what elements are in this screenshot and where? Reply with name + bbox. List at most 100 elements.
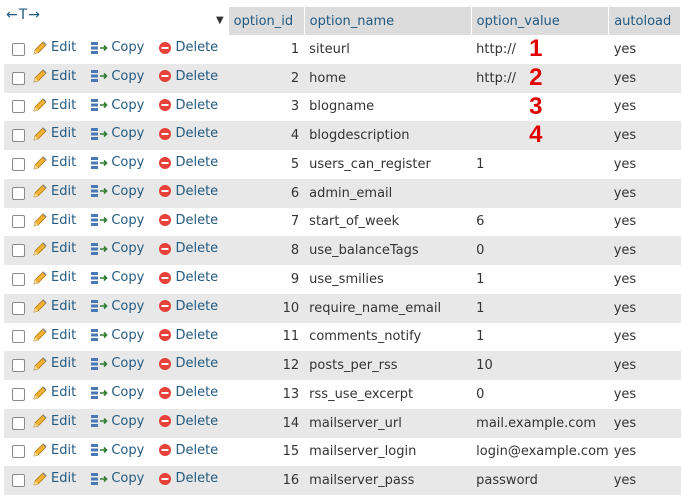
delete-link[interactable]: Delete	[158, 299, 218, 314]
cell-option-value: 1	[471, 293, 609, 323]
copy-link[interactable]: Copy	[90, 270, 144, 285]
delete-link[interactable]: Delete	[158, 356, 218, 371]
edit-link[interactable]: Edit	[32, 471, 76, 486]
edit-link[interactable]: Edit	[32, 356, 76, 371]
edit-link[interactable]: Edit	[32, 328, 76, 343]
row-checkbox[interactable]	[11, 416, 25, 430]
copy-link[interactable]: Copy	[90, 299, 144, 314]
copy-link[interactable]: Copy	[90, 328, 144, 343]
pencil-icon	[32, 98, 48, 112]
edit-link[interactable]: Edit	[32, 213, 76, 228]
row-checkbox[interactable]	[11, 330, 25, 344]
row-checkbox[interactable]	[11, 42, 25, 56]
delete-link[interactable]: Delete	[158, 241, 218, 256]
edit-link[interactable]: Edit	[32, 443, 76, 458]
delete-link[interactable]: Delete	[158, 126, 218, 141]
copy-link[interactable]: Copy	[90, 443, 144, 458]
copy-link[interactable]: Copy	[90, 155, 144, 170]
edit-link[interactable]: Edit	[32, 184, 76, 199]
column-header-option-value[interactable]: option_value	[471, 7, 610, 35]
cell-option-name: mailserver_url	[304, 408, 472, 438]
cell-option-value: http:// 2	[471, 63, 609, 93]
copy-label: Copy	[111, 385, 145, 401]
copy-label: Copy	[111, 97, 145, 113]
delete-link[interactable]: Delete	[158, 385, 218, 400]
delete-link[interactable]: Delete	[158, 328, 218, 343]
copy-label: Copy	[111, 241, 145, 257]
cell-option-value: 4	[471, 121, 609, 150]
copy-label: Copy	[111, 471, 145, 487]
edit-label: Edit	[51, 212, 77, 228]
edit-link[interactable]: Edit	[32, 98, 76, 113]
row-checkbox[interactable]	[11, 129, 25, 143]
column-nav-arrows[interactable]: ←T→	[4, 7, 41, 23]
delete-link[interactable]: Delete	[158, 155, 218, 170]
row-checkbox[interactable]	[11, 244, 25, 258]
copy-link[interactable]: Copy	[90, 40, 144, 55]
row-checkbox[interactable]	[11, 71, 25, 85]
option-value-text: 0	[476, 386, 485, 402]
cell-option-name: use_balanceTags	[304, 236, 472, 265]
copy-link[interactable]: Copy	[90, 414, 144, 429]
row-checkbox[interactable]	[11, 445, 25, 459]
cell-option-value: mail.example.com	[471, 408, 609, 438]
delete-icon	[158, 213, 172, 227]
edit-link[interactable]: Edit	[32, 241, 76, 256]
delete-link[interactable]: Delete	[158, 270, 218, 285]
delete-label: Delete	[175, 97, 219, 113]
edit-link[interactable]: Edit	[32, 126, 76, 141]
delete-link[interactable]: Delete	[158, 98, 218, 113]
table-row: Edit Copy	[4, 380, 681, 409]
copy-link[interactable]: Copy	[90, 471, 144, 486]
edit-link[interactable]: Edit	[32, 270, 76, 285]
sort-caret-icon[interactable]: ▼	[216, 7, 224, 35]
edit-link[interactable]: Edit	[32, 414, 76, 429]
row-checkbox[interactable]	[11, 186, 25, 200]
edit-link[interactable]: Edit	[32, 155, 76, 170]
row-checkbox[interactable]	[11, 100, 25, 114]
delete-label: Delete	[175, 413, 219, 429]
delete-link[interactable]: Delete	[158, 40, 218, 55]
row-checkbox[interactable]	[11, 474, 25, 488]
copy-link[interactable]: Copy	[90, 98, 144, 113]
copy-icon	[90, 156, 108, 170]
cell-autoload: yes	[608, 408, 681, 438]
cell-autoload: yes	[608, 236, 681, 265]
copy-link[interactable]: Copy	[90, 213, 144, 228]
column-header-option-id[interactable]: option_id	[228, 7, 305, 35]
delete-link[interactable]: Delete	[158, 443, 218, 458]
delete-link[interactable]: Delete	[158, 471, 218, 486]
delete-link[interactable]: Delete	[158, 213, 218, 228]
row-checkbox[interactable]	[11, 301, 25, 315]
delete-label: Delete	[175, 241, 219, 257]
delete-link[interactable]: Delete	[158, 69, 218, 84]
column-header-autoload[interactable]: autoload	[608, 7, 682, 35]
row-checkbox[interactable]	[11, 387, 25, 401]
copy-link[interactable]: Copy	[90, 184, 144, 199]
copy-link[interactable]: Copy	[90, 241, 144, 256]
row-checkbox-cell	[4, 236, 32, 265]
delete-link[interactable]: Delete	[158, 184, 218, 199]
pencil-icon	[32, 271, 48, 285]
edit-link[interactable]: Edit	[32, 40, 76, 55]
copy-link[interactable]: Copy	[90, 385, 144, 400]
column-header-option-name[interactable]: option_name	[304, 7, 472, 35]
row-checkbox[interactable]	[11, 215, 25, 229]
edit-link[interactable]: Edit	[32, 69, 76, 84]
row-actions: Edit Copy Delete	[32, 207, 229, 237]
copy-icon	[90, 242, 108, 256]
edit-label: Edit	[51, 385, 77, 401]
edit-link[interactable]: Edit	[32, 385, 76, 400]
copy-link[interactable]: Copy	[90, 126, 144, 141]
copy-link[interactable]: Copy	[90, 69, 144, 84]
delete-label: Delete	[175, 183, 219, 199]
row-checkbox[interactable]	[11, 272, 25, 286]
table-row: Edit Copy	[4, 293, 681, 323]
delete-link[interactable]: Delete	[158, 414, 218, 429]
copy-link[interactable]: Copy	[90, 356, 144, 371]
edit-link[interactable]: Edit	[32, 299, 76, 314]
cell-option-name: mailserver_pass	[304, 466, 472, 495]
row-checkbox[interactable]	[11, 359, 25, 373]
pencil-icon	[32, 213, 48, 227]
row-checkbox[interactable]	[11, 157, 25, 171]
